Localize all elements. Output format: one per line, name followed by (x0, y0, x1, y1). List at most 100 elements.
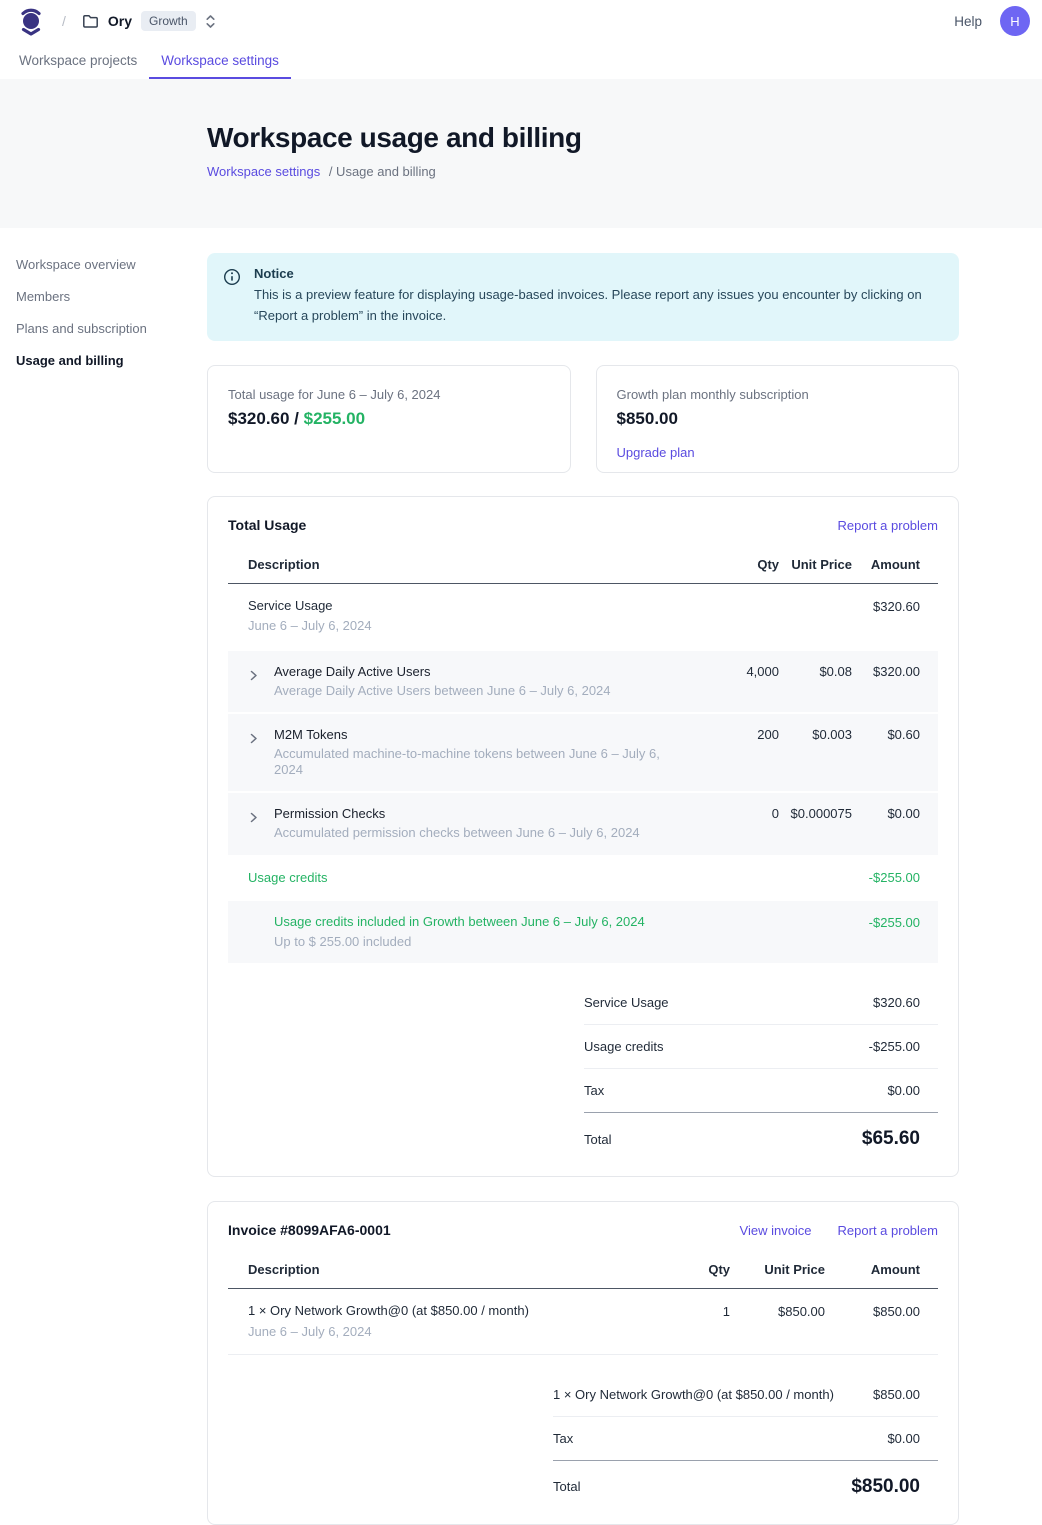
adau-unit-price: $0.08 (779, 663, 852, 680)
permission-title: Permission Checks (274, 806, 689, 821)
service-usage-qty (689, 598, 779, 599)
info-icon (223, 268, 241, 326)
invoice-item-period: June 6 – July 6, 2024 (248, 1324, 660, 1340)
usage-credits-qty (689, 877, 779, 878)
summary-value: $320.60 (873, 995, 920, 1010)
invoice-line-item-row: 1 × Ory Network Growth@0 (at $850.00 / m… (228, 1289, 938, 1355)
workspace-switcher-icon[interactable] (205, 14, 216, 29)
invoice-item-unit-price: $850.00 (730, 1303, 825, 1320)
notice-banner: Notice This is a preview feature for dis… (207, 253, 959, 341)
permission-unit-price: $0.000075 (779, 805, 852, 822)
summary-label: Tax (584, 1083, 604, 1098)
expand-chevron-icon[interactable] (248, 663, 274, 681)
usage-separator: / (289, 409, 303, 428)
usage-panel-header: Total Usage Report a problem (228, 517, 938, 533)
adau-subtitle: Average Daily Active Users between June … (274, 683, 689, 699)
service-usage-period: June 6 – July 6, 2024 (248, 618, 689, 634)
col-qty: Qty (660, 1262, 730, 1277)
credits-detail-amount: -$255.00 (852, 914, 920, 931)
invoice-item-title: 1 × Ory Network Growth@0 (at $850.00 / m… (248, 1303, 660, 1319)
table-row-adau: Average Daily Active Users Average Daily… (228, 651, 938, 712)
invoice-item-amount: $850.00 (825, 1303, 920, 1320)
plan-badge: Growth (141, 11, 196, 31)
view-invoice-link[interactable]: View invoice (740, 1223, 812, 1238)
summary-value: $0.00 (887, 1083, 920, 1098)
col-description: Description (248, 557, 689, 572)
usage-total-row: Total $65.60 (584, 1113, 938, 1154)
plan-subscription-card: Growth plan monthly subscription $850.00… (596, 365, 960, 473)
breadcrumb-settings-link[interactable]: Workspace settings (207, 164, 320, 179)
main-content: Notice This is a preview feature for dis… (207, 228, 959, 1525)
total-label: Total (584, 1132, 611, 1147)
usage-panel-title: Total Usage (228, 517, 306, 533)
notice-title: Notice (254, 266, 941, 281)
summary-row-service-usage: Service Usage $320.60 (584, 981, 938, 1025)
total-usage-panel: Total Usage Report a problem Description… (207, 496, 959, 1177)
summary-value: -$255.00 (869, 1039, 920, 1054)
table-row-service-usage: Service Usage June 6 – July 6, 2024 $320… (228, 584, 938, 649)
invoice-title: Invoice #8099AFA6-0001 (228, 1222, 391, 1238)
sidebar-item-plans-subscription[interactable]: Plans and subscription (16, 319, 207, 338)
invoice-item-desc: 1 × Ory Network Growth@0 (at $850.00 / m… (248, 1303, 660, 1340)
top-bar: / Ory Growth Help H (0, 0, 1042, 42)
tab-workspace-projects[interactable]: Workspace projects (7, 42, 149, 79)
total-value: $850.00 (851, 1476, 920, 1498)
adau-desc: Average Daily Active Users Average Daily… (274, 663, 689, 699)
col-amount: Amount (825, 1262, 920, 1277)
invoice-panel: Invoice #8099AFA6-0001 View invoice Repo… (207, 1201, 959, 1525)
total-usage-card: Total usage for June 6 – July 6, 2024 $3… (207, 365, 571, 473)
permission-subtitle: Accumulated permission checks between Ju… (274, 825, 689, 841)
expand-chevron-icon[interactable] (248, 726, 274, 744)
permission-qty: 0 (689, 805, 779, 822)
ory-logo-icon[interactable] (18, 6, 44, 36)
total-usage-label: Total usage for June 6 – July 6, 2024 (228, 387, 550, 402)
service-usage-desc: Service Usage June 6 – July 6, 2024 (248, 598, 689, 635)
plan-amount: $850.00 (617, 409, 939, 429)
col-unit-price: Unit Price (779, 557, 852, 572)
page-title: Workspace usage and billing (207, 122, 1042, 154)
table-row-permission-checks: Permission Checks Accumulated permission… (228, 793, 938, 854)
invoice-total-row: Total $850.00 (553, 1461, 938, 1502)
service-usage-amount: $320.60 (852, 598, 920, 615)
help-link[interactable]: Help (954, 14, 982, 29)
upgrade-plan-link[interactable]: Upgrade plan (617, 445, 695, 460)
m2m-title: M2M Tokens (274, 727, 689, 742)
table-row-m2m-tokens: M2M Tokens Accumulated machine-to-machin… (228, 714, 938, 792)
credits-detail-desc: Usage credits included in Growth between… (274, 914, 689, 951)
sidebar-item-usage-billing[interactable]: Usage and billing (16, 351, 207, 370)
service-usage-unit-price (779, 598, 852, 599)
breadcrumb-current: / Usage and billing (329, 164, 436, 179)
plan-label: Growth plan monthly subscription (617, 387, 939, 402)
invoice-links: View invoice Report a problem (740, 1223, 938, 1238)
breadcrumb-separator: / (62, 13, 66, 29)
m2m-qty: 200 (689, 726, 779, 743)
user-avatar[interactable]: H (1000, 6, 1030, 36)
usage-credits-amount: -$255.00 (852, 869, 920, 886)
sidebar-item-workspace-overview[interactable]: Workspace overview (16, 255, 207, 274)
col-description: Description (248, 1262, 660, 1277)
permission-desc: Permission Checks Accumulated permission… (274, 805, 689, 841)
report-problem-link[interactable]: Report a problem (838, 1223, 938, 1238)
sidebar-item-members[interactable]: Members (16, 287, 207, 306)
notice-body: This is a preview feature for displaying… (254, 284, 941, 326)
workspace-tabbar: Workspace projects Workspace settings (0, 42, 1042, 79)
summary-label: Service Usage (584, 995, 669, 1010)
m2m-unit-price: $0.003 (779, 726, 852, 743)
stat-cards: Total usage for June 6 – July 6, 2024 $3… (207, 365, 959, 473)
workspace-name[interactable]: Ory (108, 13, 132, 29)
summary-row-usage-credits: Usage credits -$255.00 (584, 1025, 938, 1069)
adau-amount: $320.00 (852, 663, 920, 680)
folder-icon (82, 14, 99, 29)
summary-label: Usage credits (584, 1039, 663, 1054)
col-unit-price: Unit Price (730, 1262, 825, 1277)
total-value: $65.60 (862, 1128, 920, 1150)
expand-chevron-icon[interactable] (248, 805, 274, 823)
total-label: Total (553, 1479, 580, 1494)
usage-credit-amount: $255.00 (304, 409, 365, 428)
table-row-usage-credits-detail: Usage credits included in Growth between… (228, 901, 938, 964)
usage-amount: $320.60 (228, 409, 289, 428)
report-problem-link[interactable]: Report a problem (838, 518, 938, 533)
invoice-item-qty: 1 (660, 1303, 730, 1320)
usage-table-header: Description Qty Unit Price Amount (228, 545, 938, 584)
tab-workspace-settings[interactable]: Workspace settings (149, 42, 291, 79)
